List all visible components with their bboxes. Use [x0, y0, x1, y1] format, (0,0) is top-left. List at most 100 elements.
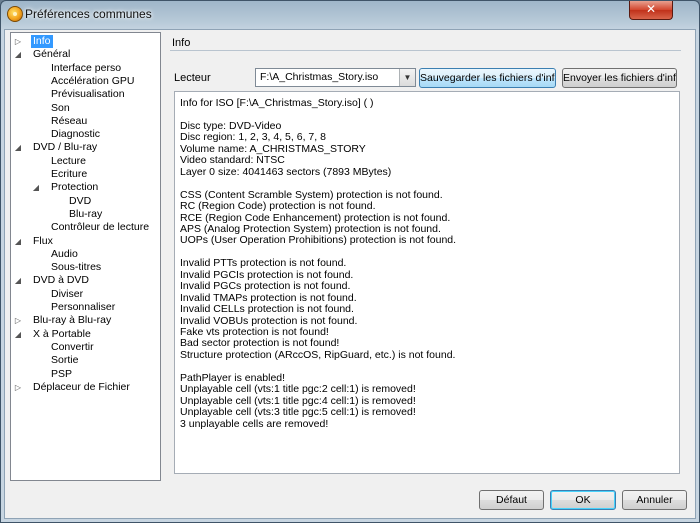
window-title: Préférences communes [25, 7, 152, 21]
collapse-arrow-icon[interactable]: ◢ [14, 235, 22, 248]
expand-arrow-icon[interactable]: ▷ [14, 35, 22, 48]
tree-item[interactable]: ◢ Flux [11, 235, 160, 248]
tree-item[interactable]: Convertir [11, 341, 160, 354]
tree-item[interactable]: Accélération GPU [11, 75, 160, 88]
dialog-client-area: ▷ Info ◢ Général Interface perso Accélération… [4, 29, 696, 519]
info-line: Info for ISO [F:\A_Christmas_Story.iso] … [180, 97, 374, 109]
cancel-button[interactable]: Annuler [622, 490, 687, 510]
tree-item[interactable]: Diagnostic [11, 128, 160, 141]
tree-item-label: Diviser [51, 287, 84, 300]
drive-select-value: F:\A_Christmas_Story.iso [260, 71, 379, 83]
tree-item-label: Diagnostic [51, 128, 101, 141]
tree-item[interactable]: DVD [11, 195, 160, 208]
default-button[interactable]: Défaut [479, 490, 544, 510]
info-line: RCE (Region Code Enhancement) protection… [180, 211, 451, 224]
save-info-files-button[interactable]: Sauvegarder les fichiers d'infos [419, 68, 556, 88]
tree-item[interactable]: Diviser [11, 288, 160, 301]
collapse-arrow-icon[interactable]: ◢ [14, 328, 22, 341]
info-line: Unplayable cell (vts:3 title pgc:5 cell:… [180, 406, 416, 419]
info-line: Invalid PTTs protection is not found. [180, 257, 347, 270]
tree-item-label: Blu-ray [69, 207, 103, 220]
info-line: UOPs (User Operation Prohibitions) prote… [180, 234, 457, 247]
tree-item[interactable]: Blu-ray [11, 208, 160, 221]
tree-item-label: Sortie [51, 354, 79, 367]
tree-item-label: Prévisualisation [51, 88, 125, 101]
tree-item[interactable]: Réseau [11, 115, 160, 128]
drive-label: Lecteur [174, 72, 211, 84]
tree-item-label: Lecture [51, 154, 87, 167]
tree-item[interactable]: Prévisualisation [11, 88, 160, 101]
tree-item-label: Convertir [51, 340, 94, 353]
tree-item[interactable]: Ecriture [11, 168, 160, 181]
tree-item[interactable]: Contrôleur de lecture [11, 221, 160, 234]
section-divider [170, 50, 681, 51]
info-line: Structure protection (ARccOS, RipGuard, … [180, 348, 456, 361]
tree-item-label: Info [31, 35, 53, 48]
info-line: Layer 0 size: 4041463 sectors (7893 MByt… [180, 165, 392, 178]
tree-item-label: PSP [51, 367, 73, 380]
info-line: Bad sector protection is not found! [180, 337, 340, 350]
tree-item-label: Général [33, 48, 71, 61]
section-title: Info [172, 37, 191, 49]
tree-item[interactable]: Audio [11, 248, 160, 261]
tree-item-label: Ecriture [51, 168, 88, 180]
collapse-arrow-icon[interactable]: ◢ [14, 48, 22, 61]
close-icon: ✕ [645, 2, 657, 16]
tree-item-label: Blu-ray à Blu-ray [33, 314, 112, 327]
tree-item-label: Audio [51, 247, 78, 260]
tree-item[interactable]: Interface perso [11, 62, 160, 75]
tree-item-label: DVD / Blu-ray [33, 141, 98, 154]
collapse-arrow-icon[interactable]: ◢ [14, 141, 22, 154]
tree-item[interactable]: ◢ Général [11, 48, 160, 61]
tree-item-label: Déplaceur de Fichier [33, 380, 130, 393]
info-line: CSS (Content Scramble System) protection… [180, 188, 443, 201]
expand-arrow-icon[interactable]: ▷ [14, 314, 22, 327]
tree-item-label: Son [51, 101, 70, 114]
tree-item[interactable]: ◢ DVD / Blu-ray [11, 141, 160, 154]
info-line: Unplayable cell (vts:1 title pgc:4 cell:… [180, 394, 416, 407]
tree-item[interactable]: ◢ DVD à DVD [11, 274, 160, 287]
close-button[interactable]: ✕ [629, 1, 673, 20]
expand-arrow-icon[interactable]: ▷ [14, 381, 22, 394]
info-line: Volume name: A_CHRISTMAS_STORY [180, 142, 366, 155]
send-info-files-button[interactable]: Envoyer les fichiers d'infos [562, 68, 677, 88]
tree-item-label: Contrôleur de lecture [51, 221, 150, 234]
tree-item[interactable]: PSP [11, 368, 160, 381]
info-line: APS (Analog Protection System) protectio… [180, 222, 441, 235]
info-line: Invalid TMAPs protection is not found. [180, 291, 357, 304]
app-logo-icon [7, 6, 23, 22]
info-line: Disc type: DVD-Video [180, 119, 282, 132]
settings-tree[interactable]: ▷ Info ◢ Général Interface perso Accélération… [10, 32, 161, 481]
tree-item-label: Protection [51, 181, 99, 194]
drive-select[interactable]: F:\A_Christmas_Story.iso ▼ [255, 68, 416, 87]
ok-button[interactable]: OK [550, 490, 616, 510]
tree-item[interactable]: ◢ X à Portable [11, 328, 160, 341]
chevron-down-icon[interactable]: ▼ [399, 69, 415, 86]
info-line: RC (Region Code) protection is not found… [180, 200, 376, 213]
tree-item[interactable]: ◢ Protection [11, 181, 160, 194]
preferences-window: Préférences communes ✕ ▷ Info ◢ Général Inte… [0, 0, 700, 523]
info-line: Video standard: NTSC [180, 154, 285, 167]
tree-item[interactable]: Sortie [11, 354, 160, 367]
tree-item-label: Interface perso [51, 61, 122, 74]
collapse-arrow-icon[interactable]: ◢ [32, 181, 40, 194]
info-line: Fake vts protection is not found! [180, 326, 329, 338]
info-line: Invalid PGCs protection is not found. [180, 280, 351, 293]
collapse-arrow-icon[interactable]: ◢ [14, 274, 22, 287]
info-line: PathPlayer is enabled! [180, 371, 286, 384]
title-bar[interactable]: Préférences communes ✕ [1, 1, 699, 29]
tree-item-label: Accélération GPU [51, 74, 135, 87]
info-line: Unplayable cell (vts:1 title pgc:2 cell:… [180, 383, 416, 396]
tree-item[interactable]: Son [11, 102, 160, 115]
tree-item[interactable]: Lecture [11, 155, 160, 168]
tree-item-label: Flux [33, 234, 53, 247]
info-line: Invalid VOBUs protection is not found. [180, 314, 358, 327]
tree-item[interactable]: ▷ Blu-ray à Blu-ray [11, 314, 160, 327]
disc-info-textbox[interactable]: Info for ISO [F:\A_Christmas_Story.iso] … [174, 91, 680, 474]
tree-item[interactable]: ▷ Info [11, 35, 160, 48]
tree-item[interactable]: Personnaliser [11, 301, 160, 314]
tree-item-label: X à Portable [33, 327, 91, 340]
info-line: Disc region: 1, 2, 3, 4, 5, 6, 7, 8 [180, 131, 326, 144]
tree-item[interactable]: ▷ Déplaceur de Fichier [11, 381, 160, 394]
tree-item[interactable]: Sous-titres [11, 261, 160, 274]
